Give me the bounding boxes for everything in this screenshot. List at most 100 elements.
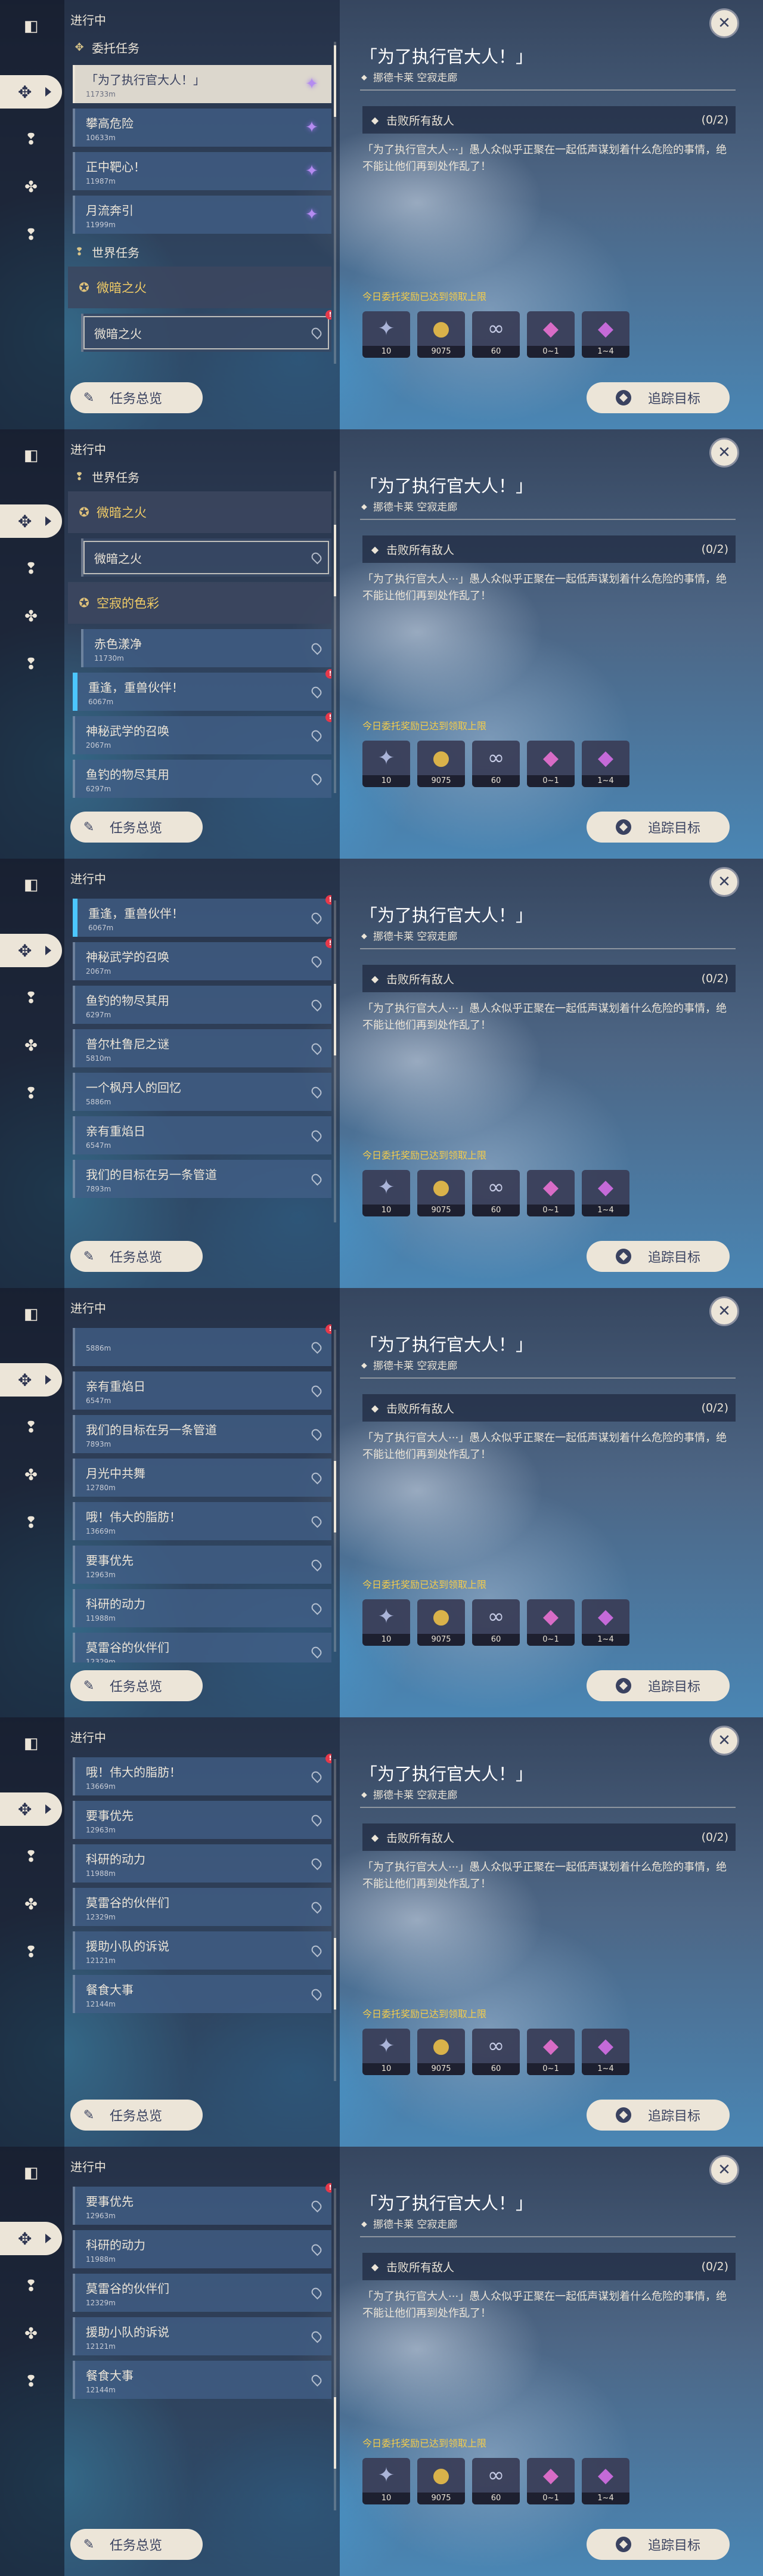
- track-target-button[interactable]: 追踪目标: [587, 812, 730, 843]
- sidebar-item-active[interactable]: ✥: [0, 934, 62, 967]
- scrollbar-thumb[interactable]: [334, 1461, 336, 1532]
- quest-item[interactable]: 微暗之火: [81, 538, 331, 577]
- quest-item[interactable]: 重逢，重兽伙伴！ 6067m!: [73, 669, 331, 711]
- scrollbar[interactable]: [334, 900, 336, 1222]
- reward-item[interactable]: ◆ 0~1: [527, 2029, 575, 2075]
- quest-item[interactable]: 要事优先 12963m: [73, 1801, 331, 1839]
- quest-item[interactable]: 微暗之火!: [81, 310, 331, 352]
- sidebar-item-active[interactable]: ✥: [0, 2222, 62, 2255]
- event-quest-icon[interactable]: ❢: [18, 1080, 44, 1107]
- reward-item[interactable]: ● 9075: [417, 741, 465, 787]
- archon-icon[interactable]: ✤: [18, 1462, 44, 1488]
- reward-item[interactable]: ✦ 10: [362, 2458, 410, 2504]
- event-quest-icon[interactable]: ❢: [18, 2368, 44, 2395]
- quest-item[interactable]: 要事优先 12963m!: [73, 2183, 331, 2225]
- world-quest-icon[interactable]: ❢: [18, 2273, 44, 2299]
- track-target-button[interactable]: 追踪目标: [587, 382, 730, 413]
- reward-item[interactable]: ◆ 1~4: [582, 1170, 629, 1216]
- quest-item[interactable]: 要事优先 12963m: [73, 1546, 331, 1584]
- track-target-button[interactable]: 追踪目标: [587, 1241, 730, 1272]
- quest-item[interactable]: 「为了执行官大人！」 11733m ✦: [73, 65, 331, 103]
- archon-icon[interactable]: ✤: [18, 2321, 44, 2347]
- scrollbar-thumb[interactable]: [334, 45, 336, 117]
- quest-item[interactable]: 科研的动力 11988m: [73, 2230, 331, 2268]
- reward-item[interactable]: ∞ 60: [472, 311, 520, 358]
- close-button[interactable]: ✕: [709, 867, 739, 897]
- book-icon[interactable]: ◧: [18, 13, 44, 39]
- event-quest-icon[interactable]: ❢: [18, 1939, 44, 1965]
- world-quest-icon[interactable]: ❢: [18, 985, 44, 1011]
- scrollbar-thumb[interactable]: [334, 2397, 336, 2469]
- reward-item[interactable]: ◆ 1~4: [582, 2029, 629, 2075]
- close-button[interactable]: ✕: [709, 438, 739, 467]
- quest-item[interactable]: 亲有重焰日 6547m: [73, 1371, 331, 1410]
- quest-item[interactable]: 科研的动力 11988m: [73, 1589, 331, 1627]
- book-icon[interactable]: ◧: [18, 2160, 44, 2186]
- scrollbar[interactable]: [334, 1330, 336, 1652]
- reward-item[interactable]: ∞ 60: [472, 1170, 520, 1216]
- quest-item[interactable]: 莫雷谷的伙伴们 12329m: [73, 1888, 331, 1926]
- event-quest-icon[interactable]: ❢: [18, 1510, 44, 1536]
- reward-item[interactable]: ∞ 60: [472, 1599, 520, 1646]
- scrollbar[interactable]: [334, 1759, 336, 2081]
- reward-item[interactable]: ● 9075: [417, 1599, 465, 1646]
- quest-group-header[interactable]: ❢ 世界任务: [68, 239, 331, 264]
- reward-item[interactable]: ◆ 1~4: [582, 1599, 629, 1646]
- close-button[interactable]: ✕: [709, 1296, 739, 1326]
- quest-item[interactable]: 莫雷谷的伙伴们 12329m: [73, 1633, 331, 1662]
- reward-item[interactable]: ✦ 10: [362, 1170, 410, 1216]
- scrollbar[interactable]: [334, 471, 336, 793]
- quest-item[interactable]: 我们的目标在另一条管道 7893m: [73, 1160, 331, 1198]
- book-icon[interactable]: ◧: [18, 872, 44, 898]
- quest-item[interactable]: 5886m!: [73, 1324, 331, 1366]
- track-target-button[interactable]: 追踪目标: [587, 2529, 730, 2560]
- close-button[interactable]: ✕: [709, 2155, 739, 2185]
- reward-item[interactable]: ● 9075: [417, 2029, 465, 2075]
- scrollbar[interactable]: [334, 42, 336, 364]
- close-button[interactable]: ✕: [709, 1726, 739, 1755]
- track-target-button[interactable]: 追踪目标: [587, 2100, 730, 2131]
- quest-item[interactable]: 普尔杜鲁尼之谜 5810m: [73, 1029, 331, 1067]
- archon-icon[interactable]: ✤: [18, 1891, 44, 1918]
- quest-item[interactable]: 餐食大事 12144m: [73, 1975, 331, 2013]
- quest-item[interactable]: 鱼钓的物尽其用 6297m: [73, 760, 331, 798]
- world-quest-icon[interactable]: ❢: [18, 556, 44, 582]
- reward-item[interactable]: ∞ 60: [472, 2029, 520, 2075]
- quest-group-header[interactable]: ✥ 委托任务: [68, 35, 331, 60]
- quest-overview-button[interactable]: ✎ 任务总览: [70, 1241, 203, 1272]
- book-icon[interactable]: ◧: [18, 442, 44, 469]
- quest-chain-header[interactable]: ✪ 空寂的色彩: [68, 582, 331, 624]
- quest-item[interactable]: 重逢，重兽伙伴！ 6067m!: [73, 895, 331, 937]
- reward-item[interactable]: ◆ 0~1: [527, 1599, 575, 1646]
- reward-item[interactable]: ✦ 10: [362, 741, 410, 787]
- quest-overview-button[interactable]: ✎ 任务总览: [70, 382, 203, 413]
- quest-overview-button[interactable]: ✎ 任务总览: [70, 2100, 203, 2131]
- sidebar-item-active[interactable]: ✥: [0, 75, 62, 109]
- event-quest-icon[interactable]: ❢: [18, 222, 44, 248]
- scrollbar[interactable]: [334, 2188, 336, 2510]
- sidebar-item-active[interactable]: ✥: [0, 1363, 62, 1397]
- reward-item[interactable]: ● 9075: [417, 311, 465, 358]
- event-quest-icon[interactable]: ❢: [18, 651, 44, 677]
- reward-item[interactable]: ● 9075: [417, 1170, 465, 1216]
- quest-overview-button[interactable]: ✎ 任务总览: [70, 2529, 203, 2560]
- quest-overview-button[interactable]: ✎ 任务总览: [70, 1670, 203, 1701]
- archon-icon[interactable]: ✤: [18, 174, 44, 200]
- reward-item[interactable]: ◆ 1~4: [582, 2458, 629, 2504]
- quest-item[interactable]: 月流奔引 11999m ✦: [73, 196, 331, 234]
- quest-item[interactable]: 攀高危险 10633m ✦: [73, 109, 331, 147]
- quest-chain-header[interactable]: ✪ 微暗之火: [68, 267, 331, 308]
- sidebar-item-active[interactable]: ✥: [0, 1792, 62, 1826]
- quest-item[interactable]: 亲有重焰日 6547m: [73, 1116, 331, 1154]
- reward-item[interactable]: ∞ 60: [472, 741, 520, 787]
- world-quest-icon[interactable]: ❢: [18, 1844, 44, 1870]
- reward-item[interactable]: ✦ 10: [362, 2029, 410, 2075]
- quest-item[interactable]: 餐食大事 12144m: [73, 2361, 331, 2399]
- quest-item[interactable]: 我们的目标在另一条管道 7893m: [73, 1415, 331, 1453]
- book-icon[interactable]: ◧: [18, 1730, 44, 1757]
- reward-item[interactable]: ✦ 10: [362, 311, 410, 358]
- quest-item[interactable]: 一个枫丹人的回忆 5886m: [73, 1073, 331, 1111]
- scrollbar-thumb[interactable]: [334, 525, 336, 596]
- close-button[interactable]: ✕: [709, 8, 739, 38]
- quest-item[interactable]: 科研的动力 11988m: [73, 1844, 331, 1883]
